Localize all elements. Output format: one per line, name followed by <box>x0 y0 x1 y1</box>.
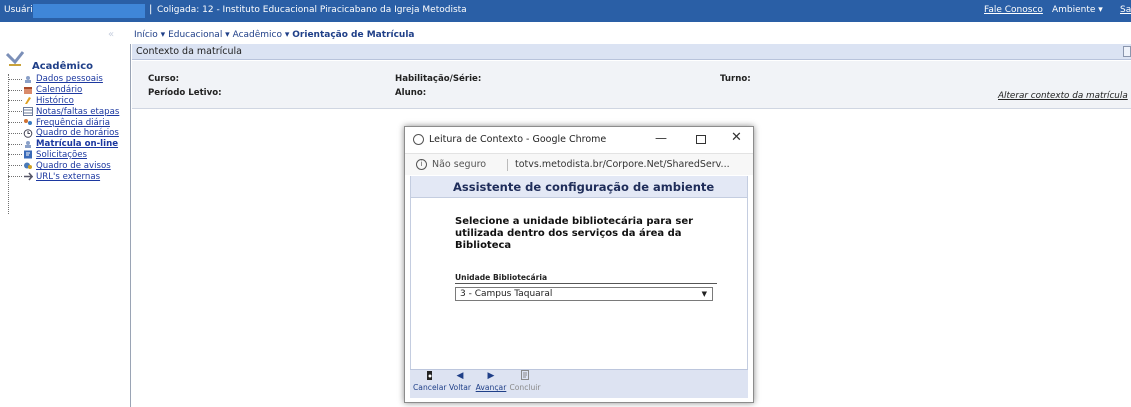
sidebar-item-label[interactable]: Histórico <box>36 96 74 106</box>
sidebar-item-label[interactable]: Calendário <box>36 85 82 95</box>
breadcrumb-educacional[interactable]: Educacional ▾ <box>168 30 230 40</box>
sidebar-item-label[interactable]: Dados pessoais <box>36 74 103 84</box>
turno-label: Turno: <box>720 74 751 84</box>
sidebar-item-notas[interactable]: Notas/faltas etapas <box>8 106 119 117</box>
academic-icon <box>6 51 24 66</box>
finish-label[interactable]: Concluir <box>508 383 542 392</box>
link-icon <box>24 172 33 181</box>
next-button[interactable]: ▶ Avançar <box>475 370 507 392</box>
next-label[interactable]: Avançar <box>475 383 507 392</box>
breadcrumb-academico[interactable]: Acadêmico ▾ <box>233 30 290 40</box>
arrow-left-icon: ◀ <box>456 371 464 381</box>
sidebar-item-label[interactable]: Frequência diária <box>36 118 110 128</box>
requests-icon <box>24 150 32 159</box>
not-secure-label: Não seguro <box>432 159 487 170</box>
maximize-button[interactable] <box>696 135 706 144</box>
assistant-header: Assistente de configuração de ambiente <box>411 176 747 198</box>
sair-link[interactable]: Sair <box>1120 5 1131 15</box>
habilitacao-label: Habilitação/Série: <box>395 74 482 84</box>
divider <box>455 283 717 284</box>
unidade-select[interactable]: 3 - Campus Taquaral ▼ <box>455 287 713 301</box>
sidebar-item-dados-pessoais[interactable]: Dados pessoais <box>8 74 119 85</box>
question-text: Selecione a unidade bibliotecária para s… <box>455 216 694 251</box>
grades-icon <box>23 107 33 117</box>
url-text[interactable]: totvs.metodista.br/Corpore.Net/SharedSer… <box>515 159 730 170</box>
popup-titlebar: Leitura de Contexto - Google Chrome — ✕ <box>405 127 753 153</box>
fale-conosco-link[interactable]: Fale Conosco <box>984 5 1043 15</box>
finish-button[interactable]: Concluir <box>508 370 542 392</box>
curso-label: Curso: <box>148 74 180 84</box>
ambiente-menu[interactable]: Ambiente ▾ <box>1052 5 1103 15</box>
address-bar[interactable]: i Não seguro totvs.metodista.br/Corpore.… <box>405 153 753 175</box>
sidebar-item-solicitacoes[interactable]: Solicitações <box>8 150 119 161</box>
periodo-label: Período Letivo: <box>148 88 222 98</box>
sidebar-header: Acadêmico <box>4 51 128 73</box>
user-name-field <box>33 4 145 18</box>
chrome-icon <box>413 134 424 145</box>
sidebar-item-label[interactable]: Notas/faltas etapas <box>36 107 119 117</box>
alterar-contexto-link[interactable]: Alterar contexto da matrícula <box>998 91 1128 101</box>
minimize-panel-icon[interactable] <box>1123 46 1131 57</box>
sidebar-item-historico[interactable]: Histórico <box>8 96 119 107</box>
cancel-icon <box>413 370 445 383</box>
breadcrumb-inicio[interactable]: Início ▾ <box>134 30 165 40</box>
sidebar-item-frequencia[interactable]: Frequência diária <box>8 117 119 128</box>
sidebar-item-label[interactable]: URL's externas <box>36 172 100 182</box>
user-icon <box>25 75 31 83</box>
sidebar-item-urls[interactable]: URL's externas <box>8 171 119 182</box>
arrow-right-icon: ▶ <box>487 371 495 381</box>
cancel-button[interactable]: Cancelar <box>413 370 447 392</box>
selected-value: 3 - Campus Taquaral <box>460 289 553 299</box>
info-icon[interactable]: i <box>416 159 427 170</box>
divider <box>507 159 508 171</box>
popup-title: Leitura de Contexto - Google Chrome <box>429 134 607 145</box>
sidebar: Acadêmico Dados pessoais Calendário Hist… <box>0 44 131 407</box>
back-button[interactable]: ◀ Voltar <box>446 370 474 392</box>
wizard-footer: Cancelar ◀ Voltar ▶ Avançar Concluir <box>410 369 748 398</box>
calendar-icon <box>24 86 32 94</box>
collapse-arrows-icon[interactable]: « <box>108 29 114 40</box>
back-label[interactable]: Voltar <box>446 383 474 392</box>
aluno-label: Aluno: <box>395 88 427 98</box>
sidebar-list: Dados pessoais Calendário Histórico Nota… <box>8 74 119 182</box>
breadcrumb: « Início ▾ Educacional ▾ Acadêmico ▾ Ori… <box>0 28 1131 43</box>
breadcrumb-current: Orientação de Matrícula <box>292 30 415 40</box>
close-button[interactable]: ✕ <box>731 130 742 145</box>
cancel-label[interactable]: Cancelar <box>413 383 447 392</box>
notices-icon <box>24 162 32 170</box>
sidebar-item-label[interactable]: Quadro de avisos <box>36 161 111 171</box>
assistant-title: Assistente de configuração de ambiente <box>453 180 715 194</box>
attendance-icon <box>24 119 32 126</box>
dropdown-arrow-icon[interactable]: ▼ <box>702 290 707 298</box>
sidebar-item-label[interactable]: Matrícula on-line <box>36 139 118 149</box>
sidebar-item-label[interactable]: Quadro de horários <box>36 128 119 138</box>
unidade-field-label: Unidade Bibliotecária <box>455 273 548 282</box>
sidebar-item-matricula[interactable]: Matrícula on-line <box>8 139 119 150</box>
context-body: Curso: Período Letivo: Habilitação/Série… <box>132 61 1131 109</box>
clock-icon <box>23 129 33 138</box>
assistant-content: Assistente de configuração de ambiente S… <box>410 176 748 396</box>
context-header: Contexto da matrícula <box>132 44 1131 60</box>
context-title: Contexto da matrícula <box>136 46 242 57</box>
context-popup-window: Leitura de Contexto - Google Chrome — ✕ … <box>404 126 754 403</box>
sidebar-item-quadro-horarios[interactable]: Quadro de horários <box>8 128 119 139</box>
coligada-label: Coligada: 12 - Instituto Educacional Pir… <box>157 5 467 15</box>
sidebar-item-quadro-avisos[interactable]: Quadro de avisos <box>8 160 119 171</box>
sidebar-item-label[interactable]: Solicitações <box>36 150 87 160</box>
document-icon <box>508 370 542 383</box>
sidebar-item-calendario[interactable]: Calendário <box>8 85 119 96</box>
sidebar-title: Acadêmico <box>32 61 94 72</box>
separator: | <box>149 4 153 15</box>
top-bar: Usuário: | Coligada: 12 - Instituto Educ… <box>0 0 1131 22</box>
enroll-icon <box>25 140 31 148</box>
history-icon <box>25 97 31 105</box>
minimize-button[interactable]: — <box>655 131 667 145</box>
